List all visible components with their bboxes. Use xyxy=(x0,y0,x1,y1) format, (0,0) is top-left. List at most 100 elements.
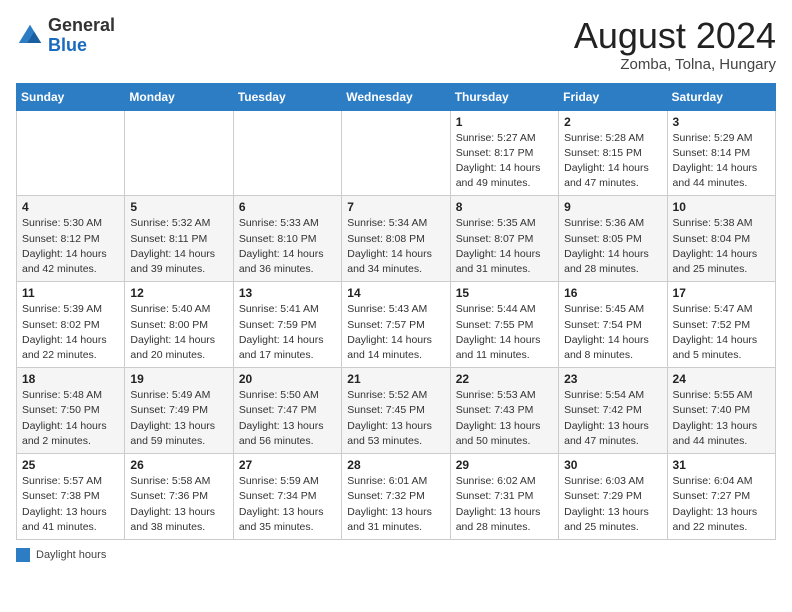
day-number: 24 xyxy=(673,372,770,386)
logo-icon xyxy=(16,22,44,50)
day-number: 4 xyxy=(22,200,119,214)
calendar-week-row: 11 Sunrise: 5:39 AM Sunset: 8:02 PM Dayli… xyxy=(17,282,776,368)
day-info: Sunrise: 5:40 AM Sunset: 8:00 PM Dayligh… xyxy=(130,302,227,363)
day-info: Sunrise: 5:47 AM Sunset: 7:52 PM Dayligh… xyxy=(673,302,770,363)
weekday-header-tuesday: Tuesday xyxy=(233,83,341,110)
day-number: 9 xyxy=(564,200,661,214)
weekday-header-monday: Monday xyxy=(125,83,233,110)
legend: Daylight hours xyxy=(16,548,776,562)
day-info: Sunrise: 5:34 AM Sunset: 8:08 PM Dayligh… xyxy=(347,216,444,277)
calendar-cell: 2Sunrise: 5:28 AM Sunset: 8:15 PM Daylig… xyxy=(559,110,667,196)
day-info: Sunrise: 5:35 AM Sunset: 8:07 PM Dayligh… xyxy=(456,216,553,277)
day-info: Sunrise: 5:28 AM Sunset: 8:15 PM Dayligh… xyxy=(564,131,661,192)
day-info: Sunrise: 6:02 AM Sunset: 7:31 PM Dayligh… xyxy=(456,474,553,535)
day-info: Sunrise: 5:53 AM Sunset: 7:43 PM Dayligh… xyxy=(456,388,553,449)
calendar-cell: 17 Sunrise: 5:47 AM Sunset: 7:52 PM Dayli… xyxy=(667,282,775,368)
day-info: Sunrise: 5:55 AM Sunset: 7:40 PM Dayligh… xyxy=(673,388,770,449)
logo: General Blue xyxy=(16,16,115,56)
day-number: 16 xyxy=(564,286,661,300)
calendar-cell: 3 Sunrise: 5:29 AM Sunset: 8:14 PM Daylig… xyxy=(667,110,775,196)
calendar-cell: 11 Sunrise: 5:39 AM Sunset: 8:02 PM Dayli… xyxy=(17,282,125,368)
day-number: 31 xyxy=(673,458,770,472)
calendar-cell: 26 Sunrise: 5:58 AM Sunset: 7:36 PM Dayli… xyxy=(125,454,233,540)
calendar-cell: 15 Sunrise: 5:44 AM Sunset: 7:55 PM Dayli… xyxy=(450,282,558,368)
day-info: Sunrise: 5:48 AM Sunset: 7:50 PM Dayligh… xyxy=(22,388,119,449)
day-number: 3 xyxy=(673,115,770,129)
weekday-header-thursday: Thursday xyxy=(450,83,558,110)
day-number: 18 xyxy=(22,372,119,386)
calendar-title: August 2024 xyxy=(574,16,776,56)
calendar-cell: 18 Sunrise: 5:48 AM Sunset: 7:50 PM Dayli… xyxy=(17,368,125,454)
logo-text: General Blue xyxy=(48,16,115,56)
calendar-cell: 4 Sunrise: 5:30 AM Sunset: 8:12 PM Daylig… xyxy=(17,196,125,282)
calendar-cell: 5Sunrise: 5:32 AM Sunset: 8:11 PM Daylig… xyxy=(125,196,233,282)
day-info: Sunrise: 5:29 AM Sunset: 8:14 PM Dayligh… xyxy=(673,131,770,192)
day-number: 22 xyxy=(456,372,553,386)
day-info: Sunrise: 5:58 AM Sunset: 7:36 PM Dayligh… xyxy=(130,474,227,535)
calendar-cell xyxy=(17,110,125,196)
calendar-week-row: 4 Sunrise: 5:30 AM Sunset: 8:12 PM Daylig… xyxy=(17,196,776,282)
calendar-cell: 25Sunrise: 5:57 AM Sunset: 7:38 PM Dayli… xyxy=(17,454,125,540)
calendar-cell: 14 Sunrise: 5:43 AM Sunset: 7:57 PM Dayli… xyxy=(342,282,450,368)
day-info: Sunrise: 6:01 AM Sunset: 7:32 PM Dayligh… xyxy=(347,474,444,535)
day-number: 26 xyxy=(130,458,227,472)
day-info: Sunrise: 6:04 AM Sunset: 7:27 PM Dayligh… xyxy=(673,474,770,535)
day-number: 13 xyxy=(239,286,336,300)
day-number: 8 xyxy=(456,200,553,214)
day-info: Sunrise: 5:50 AM Sunset: 7:47 PM Dayligh… xyxy=(239,388,336,449)
page-header: General Blue August 2024 Zomba, Tolna, H… xyxy=(16,16,776,73)
weekday-header-friday: Friday xyxy=(559,83,667,110)
day-number: 5 xyxy=(130,200,227,214)
day-number: 30 xyxy=(564,458,661,472)
day-number: 7 xyxy=(347,200,444,214)
calendar-cell xyxy=(125,110,233,196)
calendar-week-row: 18 Sunrise: 5:48 AM Sunset: 7:50 PM Dayli… xyxy=(17,368,776,454)
day-number: 14 xyxy=(347,286,444,300)
day-info: Sunrise: 5:44 AM Sunset: 7:55 PM Dayligh… xyxy=(456,302,553,363)
calendar-cell: 9 Sunrise: 5:36 AM Sunset: 8:05 PM Daylig… xyxy=(559,196,667,282)
day-info: Sunrise: 5:59 AM Sunset: 7:34 PM Dayligh… xyxy=(239,474,336,535)
weekday-header-wednesday: Wednesday xyxy=(342,83,450,110)
calendar-cell: 21Sunrise: 5:52 AM Sunset: 7:45 PM Dayli… xyxy=(342,368,450,454)
day-number: 19 xyxy=(130,372,227,386)
calendar-cell: 27 Sunrise: 5:59 AM Sunset: 7:34 PM Dayli… xyxy=(233,454,341,540)
calendar-cell: 24 Sunrise: 5:55 AM Sunset: 7:40 PM Dayli… xyxy=(667,368,775,454)
day-number: 27 xyxy=(239,458,336,472)
day-info: Sunrise: 5:27 AM Sunset: 8:17 PM Dayligh… xyxy=(456,131,553,192)
calendar-cell: 13Sunrise: 5:41 AM Sunset: 7:59 PM Dayli… xyxy=(233,282,341,368)
calendar-cell: 10Sunrise: 5:38 AM Sunset: 8:04 PM Dayli… xyxy=(667,196,775,282)
legend-label: Daylight hours xyxy=(36,549,106,561)
calendar-week-row: 25Sunrise: 5:57 AM Sunset: 7:38 PM Dayli… xyxy=(17,454,776,540)
day-info: Sunrise: 5:54 AM Sunset: 7:42 PM Dayligh… xyxy=(564,388,661,449)
day-number: 29 xyxy=(456,458,553,472)
day-number: 21 xyxy=(347,372,444,386)
day-info: Sunrise: 6:03 AM Sunset: 7:29 PM Dayligh… xyxy=(564,474,661,535)
day-number: 10 xyxy=(673,200,770,214)
day-info: Sunrise: 5:49 AM Sunset: 7:49 PM Dayligh… xyxy=(130,388,227,449)
calendar-cell: 22 Sunrise: 5:53 AM Sunset: 7:43 PM Dayli… xyxy=(450,368,558,454)
day-number: 12 xyxy=(130,286,227,300)
day-info: Sunrise: 5:36 AM Sunset: 8:05 PM Dayligh… xyxy=(564,216,661,277)
legend-color-box xyxy=(16,548,30,562)
calendar-week-row: 1Sunrise: 5:27 AM Sunset: 8:17 PM Daylig… xyxy=(17,110,776,196)
day-info: Sunrise: 5:39 AM Sunset: 8:02 PM Dayligh… xyxy=(22,302,119,363)
weekday-header-sunday: Sunday xyxy=(17,83,125,110)
day-info: Sunrise: 5:57 AM Sunset: 7:38 PM Dayligh… xyxy=(22,474,119,535)
day-number: 23 xyxy=(564,372,661,386)
weekday-header-row: SundayMondayTuesdayWednesdayThursdayFrid… xyxy=(17,83,776,110)
calendar-cell: 30 Sunrise: 6:03 AM Sunset: 7:29 PM Dayli… xyxy=(559,454,667,540)
day-number: 28 xyxy=(347,458,444,472)
day-info: Sunrise: 5:43 AM Sunset: 7:57 PM Dayligh… xyxy=(347,302,444,363)
day-number: 17 xyxy=(673,286,770,300)
day-info: Sunrise: 5:45 AM Sunset: 7:54 PM Dayligh… xyxy=(564,302,661,363)
day-number: 20 xyxy=(239,372,336,386)
day-number: 15 xyxy=(456,286,553,300)
day-info: Sunrise: 5:30 AM Sunset: 8:12 PM Dayligh… xyxy=(22,216,119,277)
day-number: 11 xyxy=(22,286,119,300)
calendar-cell: 20 Sunrise: 5:50 AM Sunset: 7:47 PM Dayli… xyxy=(233,368,341,454)
calendar-cell: 31 Sunrise: 6:04 AM Sunset: 7:27 PM Dayli… xyxy=(667,454,775,540)
calendar-table: SundayMondayTuesdayWednesdayThursdayFrid… xyxy=(16,83,776,540)
weekday-header-saturday: Saturday xyxy=(667,83,775,110)
calendar-cell: 23 Sunrise: 5:54 AM Sunset: 7:42 PM Dayli… xyxy=(559,368,667,454)
calendar-cell: 1Sunrise: 5:27 AM Sunset: 8:17 PM Daylig… xyxy=(450,110,558,196)
